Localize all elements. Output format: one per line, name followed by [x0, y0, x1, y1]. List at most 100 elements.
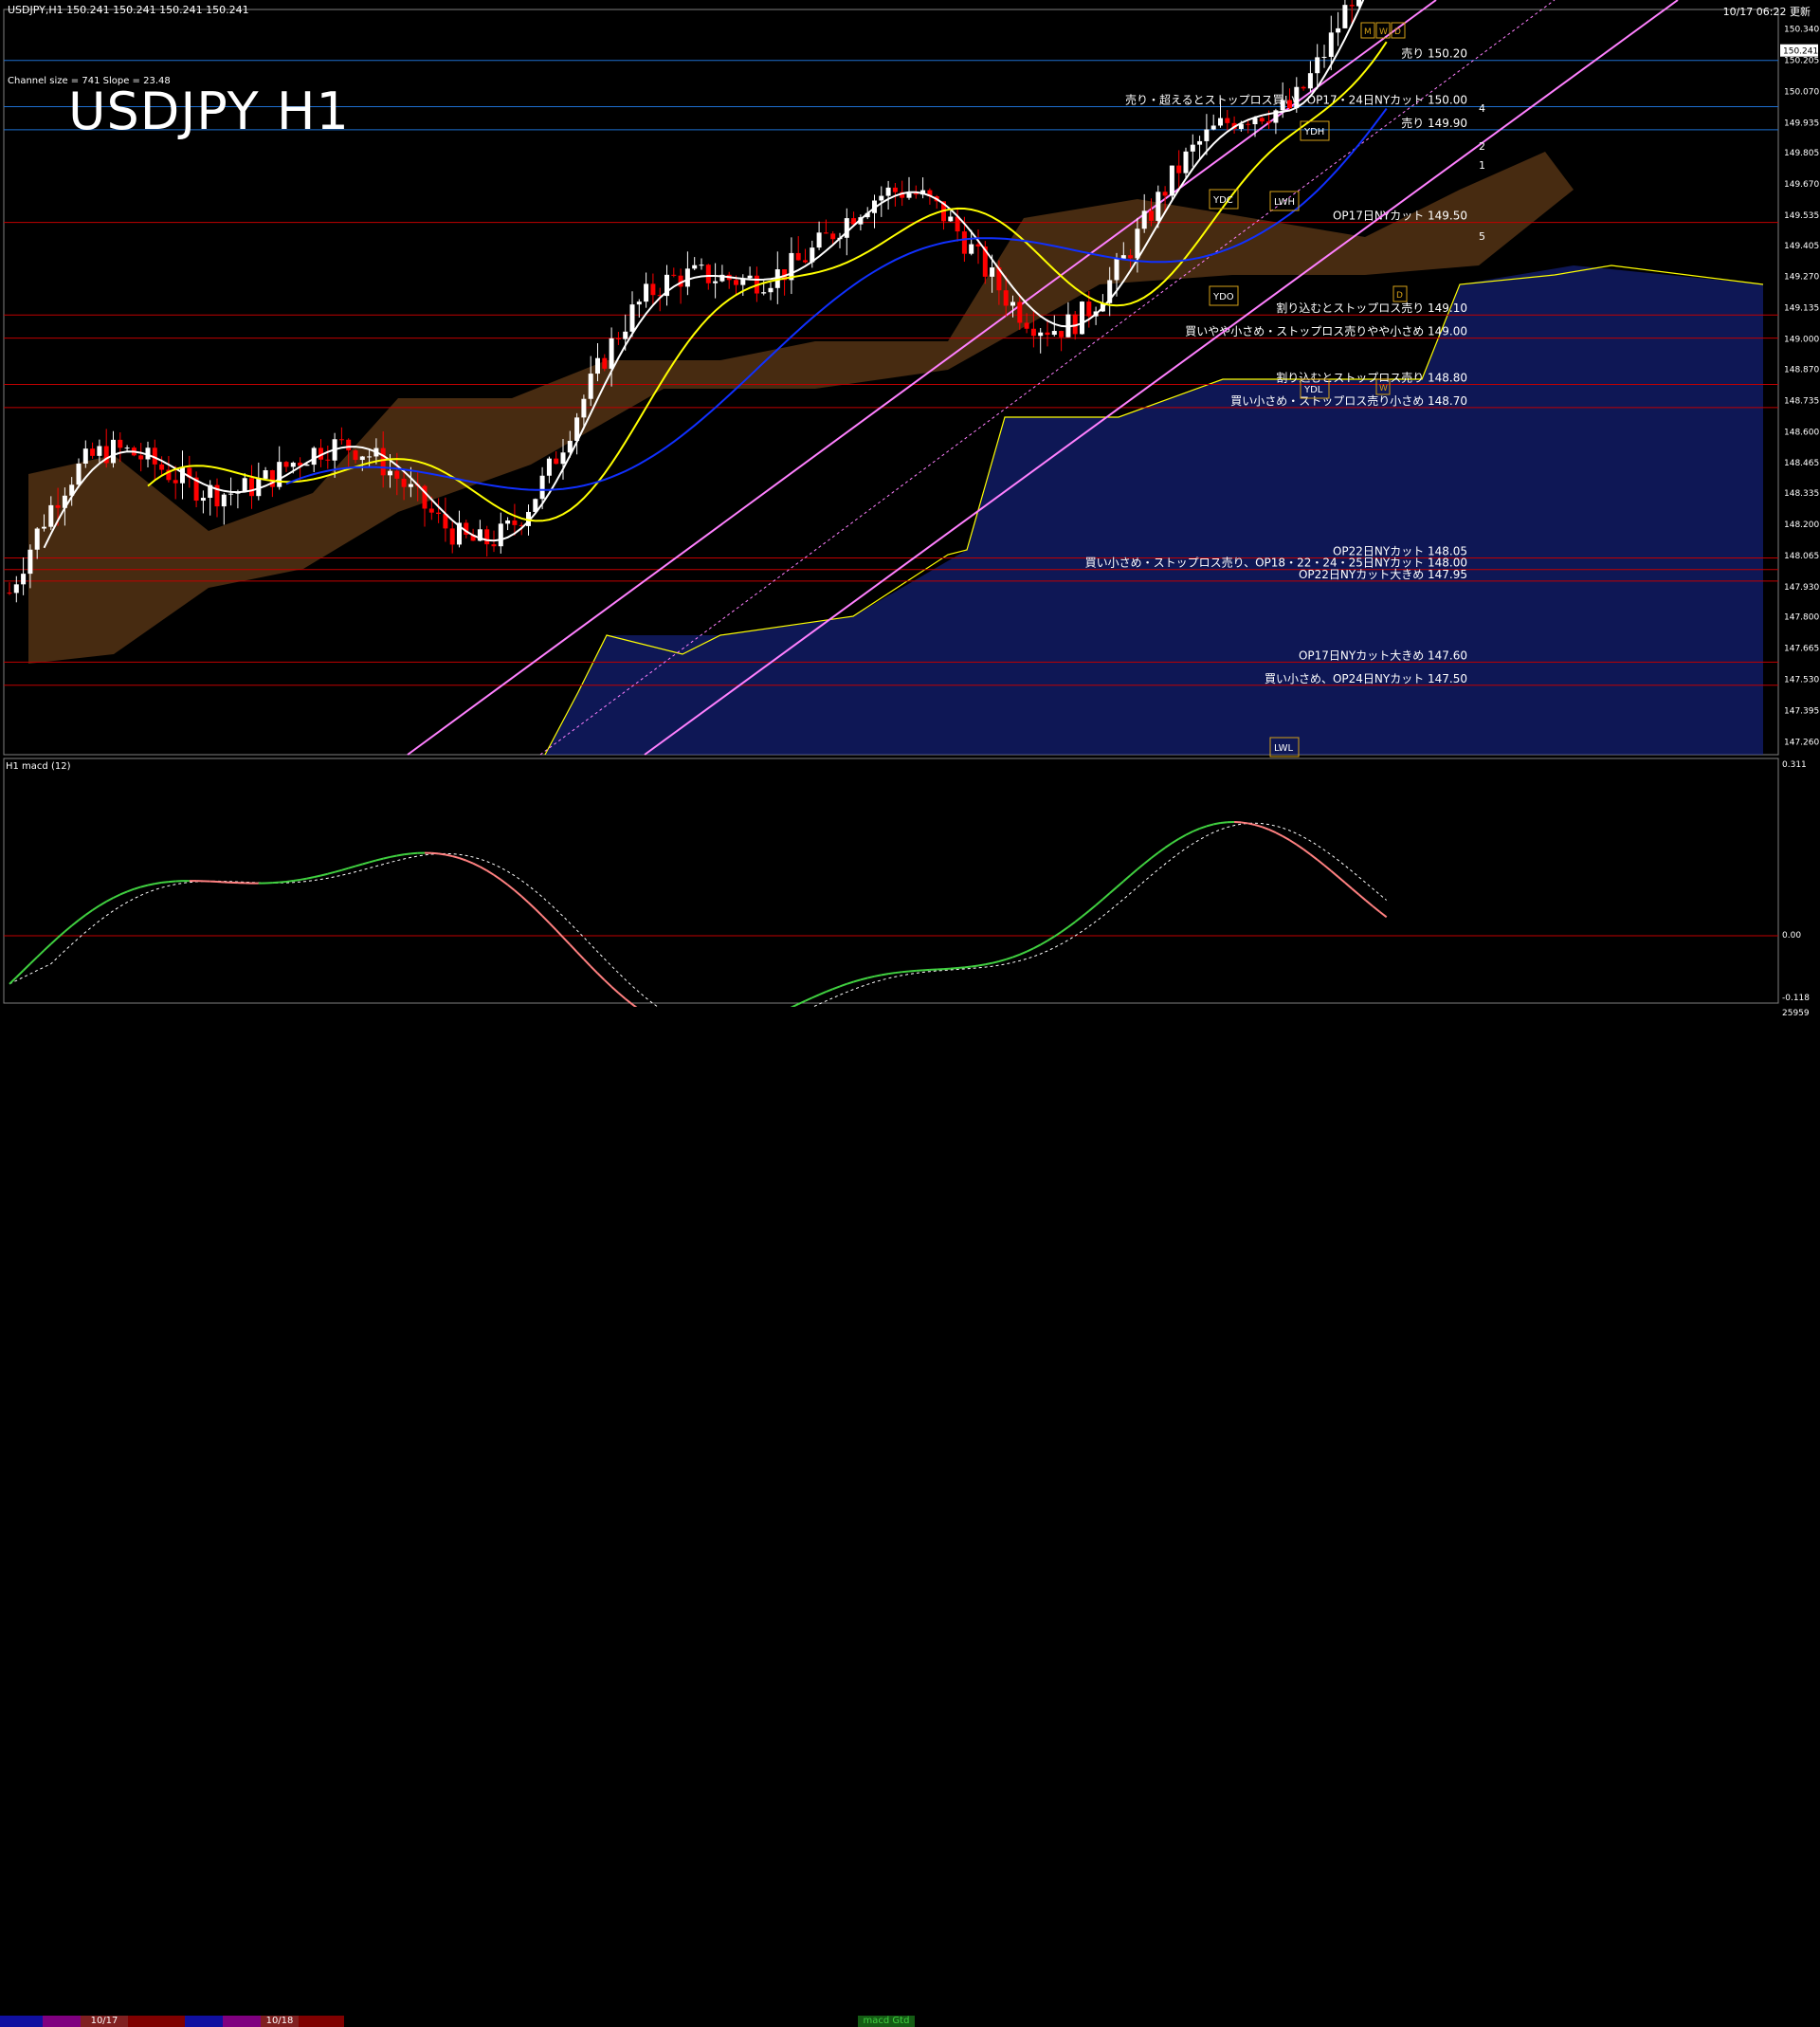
candle-body	[1004, 290, 1009, 305]
macd-line-segment	[992, 961, 999, 963]
macd-line-segment	[882, 974, 888, 975]
candle-body	[581, 399, 586, 418]
macd-line-segment	[529, 903, 536, 909]
macd-axis-zero: 0.00	[1782, 931, 1801, 940]
macd-line-segment	[916, 970, 922, 971]
macd-line-segment	[536, 909, 542, 916]
macd-line-segment	[1020, 952, 1027, 955]
macd-line-segment	[812, 995, 819, 997]
chart-title: USDJPY H1	[68, 82, 350, 141]
price-axis-label: 148.600	[1784, 428, 1819, 437]
macd-line-segment	[1310, 854, 1317, 860]
level-box-label: LWH	[1274, 197, 1295, 208]
candle-body	[706, 265, 711, 283]
candle-body	[671, 275, 676, 276]
candle-body	[97, 446, 101, 455]
candle-body	[1294, 87, 1299, 108]
candle-body	[789, 253, 793, 280]
candle-body	[990, 267, 994, 277]
candle-body	[512, 520, 517, 525]
macd-line-segment	[895, 972, 901, 973]
macd-line-segment	[819, 992, 826, 995]
price-axis-label: 147.665	[1784, 644, 1819, 653]
macd-line-segment	[93, 905, 100, 910]
candle-body	[589, 374, 593, 399]
macd-line-segment	[1027, 948, 1033, 951]
candle-body	[1046, 333, 1050, 335]
candle-body	[277, 462, 282, 486]
channel-label: 1	[1479, 159, 1485, 172]
price-axis-label: 147.260	[1784, 738, 1819, 747]
candle-body	[1163, 192, 1168, 195]
level-annotation: OP17日NYカット大きめ 147.60	[1299, 648, 1467, 662]
candle-body	[35, 529, 40, 550]
macd-line-segment	[1192, 829, 1199, 831]
candle-body	[111, 440, 116, 464]
macd-line-segment	[549, 922, 555, 930]
macd-line-segment	[383, 857, 390, 859]
macd-line-segment	[480, 867, 486, 870]
bottom-value: 25959	[1782, 1009, 1810, 1018]
macd-line-segment	[397, 854, 404, 855]
macd-label: H1 macd (12)	[6, 761, 70, 772]
candle-body	[1336, 28, 1340, 32]
macd-line-segment	[45, 944, 51, 951]
macd-line-segment	[1006, 958, 1012, 959]
candle-body	[948, 217, 953, 222]
macd-tab[interactable]: macd Gtd	[858, 2016, 915, 2027]
candle-body	[1204, 130, 1209, 141]
macd-line-segment	[355, 864, 362, 866]
macd-line-segment	[1324, 866, 1331, 871]
candle-body	[77, 464, 82, 484]
level-box-label: W	[1379, 384, 1388, 393]
candle-body	[1017, 301, 1022, 322]
macd-line-segment	[1290, 840, 1297, 845]
macd-line-segment	[494, 875, 500, 880]
macd-line-segment	[473, 864, 480, 867]
price-axis-label: 149.805	[1784, 149, 1819, 158]
candle-body	[796, 253, 801, 261]
candle-body	[1080, 301, 1084, 334]
macd-line-segment	[806, 997, 812, 1000]
macd-line-segment	[487, 870, 494, 875]
candle-body	[1281, 100, 1285, 111]
macd-line-segment	[909, 971, 916, 972]
macd-line-segment	[272, 883, 279, 884]
macd-line-segment	[611, 987, 618, 994]
candle-body	[962, 231, 967, 254]
macd-line-segment	[460, 858, 466, 861]
period-segment	[128, 2016, 185, 2027]
price-axis-label: 149.000	[1784, 336, 1819, 345]
macd-line-segment	[79, 915, 85, 920]
chart-stage: 売り 150.20売り・超えるとストップロス買い、OP17・24日NYカット 1…	[0, 0, 1820, 1024]
macd-line-segment	[861, 977, 867, 979]
macd-line-segment	[293, 880, 300, 881]
candle-body	[484, 529, 489, 544]
macd-line-segment	[875, 975, 882, 976]
price-axis-label: 149.270	[1784, 273, 1819, 283]
update-timestamp: 10/17 06:22 更新	[1723, 4, 1811, 19]
macd-line-segment	[854, 979, 861, 981]
macd-line-segment	[169, 882, 175, 883]
candle-body	[1170, 166, 1174, 196]
macd-line-segment	[1123, 875, 1130, 881]
macd-line-segment	[1297, 845, 1303, 849]
macd-line-segment	[452, 856, 459, 858]
price-axis-label: 149.935	[1784, 119, 1819, 128]
candle-body	[1246, 124, 1250, 125]
level-box-label: YDH	[1303, 127, 1324, 137]
macd-line-segment	[508, 885, 515, 890]
price-axis-label: 147.930	[1784, 583, 1819, 593]
candle-body	[1225, 119, 1229, 123]
level-annotation: 売り 149.90	[1401, 116, 1467, 130]
macd-line-segment	[1331, 871, 1338, 877]
price-axis-label: 148.465	[1784, 459, 1819, 468]
macd-line-segment	[141, 886, 148, 887]
level-annotation: OP17日NYカット 149.50	[1333, 210, 1467, 223]
candle-body	[243, 478, 247, 492]
channel-label: 5	[1479, 230, 1485, 243]
candle-body	[650, 283, 655, 295]
macd-line-segment	[300, 879, 307, 880]
ichimoku-cloud-blue	[545, 265, 1763, 755]
price-axis-label: 149.535	[1784, 211, 1819, 221]
